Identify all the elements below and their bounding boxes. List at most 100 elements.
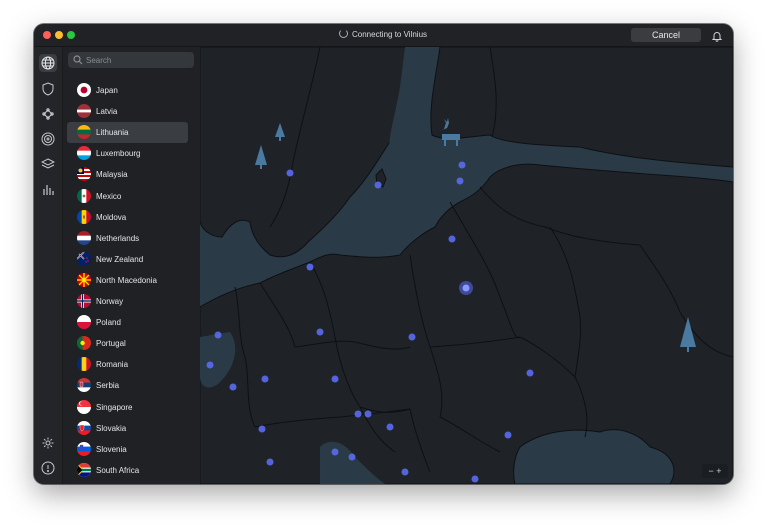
app-window: Connecting to Vilnius Cancel Search Japa…: [34, 24, 733, 484]
country-row-netherlands[interactable]: Netherlands: [67, 228, 188, 249]
country-name: Latvia: [96, 107, 118, 117]
server-marker: [456, 177, 464, 185]
country-row-lithuania[interactable]: Lithuania: [67, 122, 188, 144]
country-row-south-korea[interactable]: South Korea: [67, 481, 188, 484]
malaysia-flag-icon: [77, 167, 91, 182]
connection-status: Connecting to Vilnius: [339, 24, 427, 46]
country-name: Lithuania: [96, 128, 129, 138]
singapore-flag-icon: [77, 399, 91, 414]
country-row-new-zealand[interactable]: New Zealand: [67, 249, 188, 270]
country-name: Japan: [96, 86, 118, 95]
country-row-malaysia[interactable]: Malaysia: [67, 164, 188, 185]
server-marker: [458, 161, 466, 169]
server-marker: [386, 423, 394, 431]
country-row-portugal[interactable]: Portugal: [67, 333, 188, 354]
country-name: Portugal: [96, 339, 126, 349]
romania-flag-icon: [77, 357, 91, 372]
country-row-poland[interactable]: Poland: [67, 312, 188, 333]
close-window-button[interactable]: [43, 31, 51, 39]
new-zealand-flag-icon: [77, 251, 91, 266]
zoom-controls[interactable]: − +: [702, 464, 728, 478]
country-row-romania[interactable]: Romania: [67, 354, 188, 375]
server-marker: [229, 383, 237, 391]
nav-rail: [34, 47, 63, 484]
japan-flag-icon: [77, 83, 91, 97]
server-map[interactable]: [199, 46, 733, 484]
country-name: Poland: [96, 318, 121, 328]
server-marker: [408, 333, 416, 341]
north-macedonia-flag-icon: [77, 272, 91, 287]
server-marker: [331, 448, 339, 456]
south-africa-flag-icon: [77, 462, 91, 477]
window-title: Connecting to Vilnius: [352, 30, 428, 39]
country-row-japan[interactable]: Japan: [67, 80, 188, 101]
slovakia-flag-icon: [77, 420, 91, 435]
country-name: Slovakia: [96, 423, 127, 433]
help-icon[interactable]: [39, 459, 57, 477]
country-name: Malaysia: [96, 170, 128, 180]
minimize-window-button[interactable]: [55, 31, 63, 39]
server-marker: [504, 431, 512, 439]
server-marker: [266, 458, 274, 466]
server-marker: [206, 361, 214, 369]
server-marker: [374, 181, 382, 189]
server-marker: [401, 468, 409, 476]
country-panel: Japan Latvia Lithuania Luxembourg Malaysia Me…: [63, 47, 200, 484]
country-row-luxembourg[interactable]: Luxembourg: [67, 143, 188, 164]
country-name: Serbia: [96, 381, 120, 391]
server-marker: [286, 169, 294, 177]
layers-icon[interactable]: [39, 155, 57, 173]
server-marker: [316, 328, 324, 336]
country-row-south-africa[interactable]: South Africa: [67, 460, 188, 481]
server-marker: [348, 453, 356, 461]
stats-icon[interactable]: [39, 180, 57, 198]
country-name: Singapore: [96, 402, 133, 412]
server-marker: [261, 375, 269, 383]
country-row-moldova[interactable]: Moldova: [67, 207, 188, 228]
server-marker: [354, 410, 362, 418]
netherlands-flag-icon: [77, 230, 91, 245]
country-row-latvia[interactable]: Latvia: [67, 101, 188, 122]
country-row-norway[interactable]: Norway: [67, 291, 188, 312]
country-row-slovenia[interactable]: Slovenia: [67, 439, 188, 460]
target-icon[interactable]: [39, 130, 57, 148]
luxembourg-flag-icon: [77, 146, 91, 161]
cancel-button[interactable]: Cancel: [631, 28, 701, 42]
slovenia-flag-icon: [77, 441, 91, 456]
country-row-serbia[interactable]: Serbia: [67, 375, 188, 396]
country-row-mexico[interactable]: Mexico: [67, 186, 188, 207]
search-icon: [73, 55, 83, 65]
title-bar: Connecting to Vilnius Cancel: [34, 24, 733, 47]
norway-flag-icon: [77, 294, 91, 308]
server-marker: [364, 410, 372, 418]
latvia-flag-icon: [77, 104, 91, 119]
country-name: Romania: [96, 360, 129, 370]
country-row-singapore[interactable]: Singapore: [67, 397, 188, 418]
server-marker: [448, 235, 456, 243]
country-name: Slovenia: [96, 444, 127, 454]
gear-icon[interactable]: [39, 434, 57, 452]
country-row-north-macedonia[interactable]: North Macedonia: [67, 270, 188, 291]
server-marker: [306, 263, 314, 271]
portugal-flag-icon: [77, 336, 91, 351]
country-row-slovakia[interactable]: Slovakia: [67, 418, 188, 439]
zoom-window-button[interactable]: [67, 31, 75, 39]
moldova-flag-icon: [77, 209, 91, 224]
country-name: North Macedonia: [96, 275, 157, 285]
mesh-icon[interactable]: [39, 105, 57, 123]
server-marker: [214, 331, 222, 339]
country-name: Norway: [96, 297, 124, 306]
globe-icon[interactable]: [39, 54, 57, 72]
country-name: Moldova: [96, 212, 127, 222]
server-marker: [258, 425, 266, 433]
bell-icon[interactable]: [711, 29, 723, 42]
country-name: South Africa: [96, 465, 140, 475]
country-name: Luxembourg: [96, 149, 141, 159]
loading-spinner-icon: [339, 29, 348, 38]
search-input[interactable]: [86, 52, 190, 68]
country-name: Netherlands: [96, 233, 140, 243]
shield-icon[interactable]: [39, 80, 57, 98]
serbia-flag-icon: [77, 378, 91, 393]
server-marker-active-core: [462, 284, 470, 292]
search-box: [68, 52, 194, 68]
